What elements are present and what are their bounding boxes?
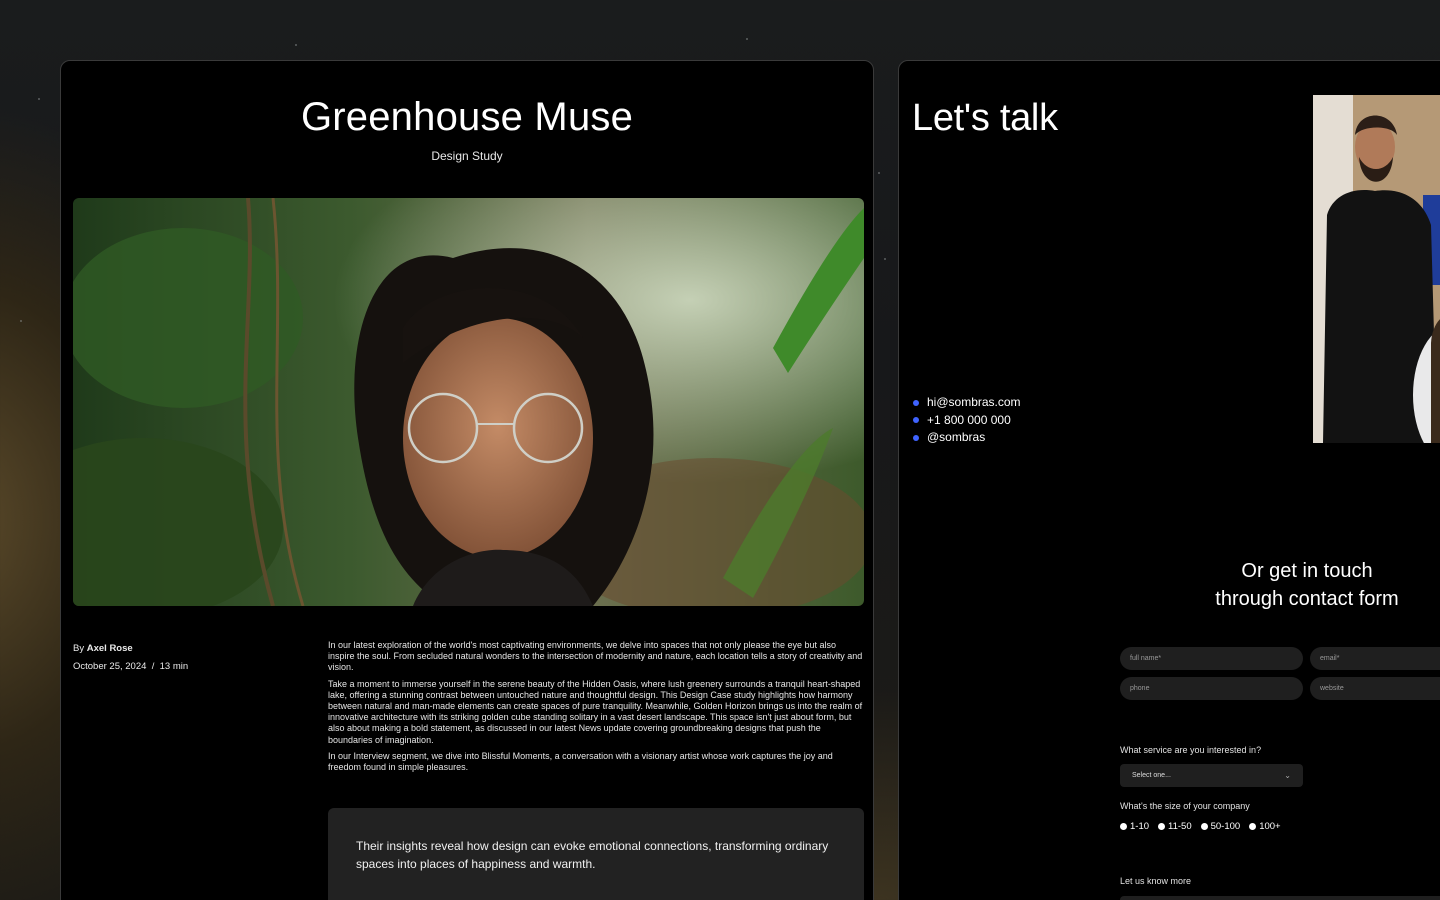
- article-body: In our latest exploration of the world's…: [328, 640, 864, 778]
- contact-email[interactable]: hi@sombras.com: [913, 394, 1021, 412]
- email-input[interactable]: email*: [1310, 647, 1440, 670]
- bullet-dot-icon: [913, 399, 919, 406]
- form-heading: Or get in touch through contact form: [1197, 557, 1417, 613]
- full-name-input[interactable]: full name*: [1120, 647, 1303, 670]
- contact-card: Let's talk hi@sombras.com +1 800 000 000…: [898, 60, 1440, 900]
- read-time: 13 min: [159, 661, 189, 672]
- star: [38, 98, 40, 100]
- star: [295, 44, 297, 46]
- contact-list: hi@sombras.com +1 800 000 000 @sombras: [913, 394, 1021, 447]
- social-handle-link[interactable]: @sombras: [927, 429, 985, 447]
- form-heading-line2: through contact form: [1215, 588, 1399, 610]
- radio-label: 11-50: [1168, 821, 1192, 832]
- radio-icon[interactable]: [1120, 823, 1127, 830]
- company-size-label: What's the size of your company: [1120, 801, 1250, 811]
- paragraph: In our latest exploration of the world's…: [328, 640, 863, 673]
- chevron-down-icon: ⌄: [1284, 771, 1291, 780]
- phone-input[interactable]: phone: [1120, 677, 1303, 700]
- radio-label: 50-100: [1210, 821, 1241, 832]
- more-label: Let us know more: [1120, 876, 1192, 886]
- service-select-value: Select one...: [1132, 772, 1171, 779]
- publish-date: October 25, 2024: [73, 661, 147, 672]
- email-link[interactable]: hi@sombras.com: [927, 394, 1021, 412]
- radio-50-100[interactable]: 50-100: [1200, 821, 1241, 832]
- radio-label: 1-10: [1130, 821, 1150, 832]
- service-label: What service are you interested in?: [1120, 745, 1262, 755]
- message-textarea[interactable]: [1120, 896, 1440, 900]
- author-prefix: By: [73, 643, 85, 654]
- website-input[interactable]: website: [1310, 677, 1440, 700]
- author-name[interactable]: Axel Rose: [87, 643, 133, 654]
- star: [884, 258, 886, 260]
- star: [878, 172, 880, 174]
- radio-icon[interactable]: [1158, 823, 1166, 830]
- article-card: Greenhouse Muse Design Study By Axel Ros…: [60, 60, 874, 900]
- article-title: Greenhouse Muse: [300, 95, 634, 139]
- radio-100-plus[interactable]: 100+: [1249, 821, 1281, 832]
- phone-link[interactable]: +1 800 000 000: [927, 412, 1011, 430]
- meta-separator: /: [151, 661, 155, 672]
- radio-label: 100+: [1259, 821, 1281, 832]
- radio-11-50[interactable]: 11-50: [1158, 821, 1192, 832]
- form-heading-line1: Or get in touch: [1241, 560, 1373, 582]
- radio-1-10[interactable]: 1-10: [1120, 821, 1149, 832]
- star: [20, 320, 22, 322]
- company-size-radios: 1-10 11-50 50-100 100+: [1120, 821, 1281, 832]
- star: [746, 38, 748, 40]
- contact-handle[interactable]: @sombras: [913, 429, 1021, 447]
- service-select[interactable]: Select one... ⌄: [1120, 764, 1303, 787]
- radio-icon[interactable]: [1200, 823, 1208, 830]
- contact-title: Let's talk: [912, 97, 1058, 139]
- hero-image: [73, 198, 864, 606]
- radio-icon[interactable]: [1249, 823, 1257, 830]
- contact-phone[interactable]: +1 800 000 000: [913, 412, 1021, 430]
- pull-quote: Their insights reveal how design can evo…: [328, 808, 864, 900]
- article-meta: By Axel Rose October 25, 2024 / 13 min: [73, 640, 188, 676]
- article-subtitle: Design Study: [431, 149, 503, 163]
- bullet-dot-icon: [913, 417, 919, 424]
- team-photo: [1313, 95, 1440, 443]
- paragraph: In our Interview segment, we dive into B…: [328, 750, 833, 773]
- paragraph: Take a moment to immerse yourself in the…: [328, 678, 863, 745]
- bullet-dot-icon: [913, 434, 919, 441]
